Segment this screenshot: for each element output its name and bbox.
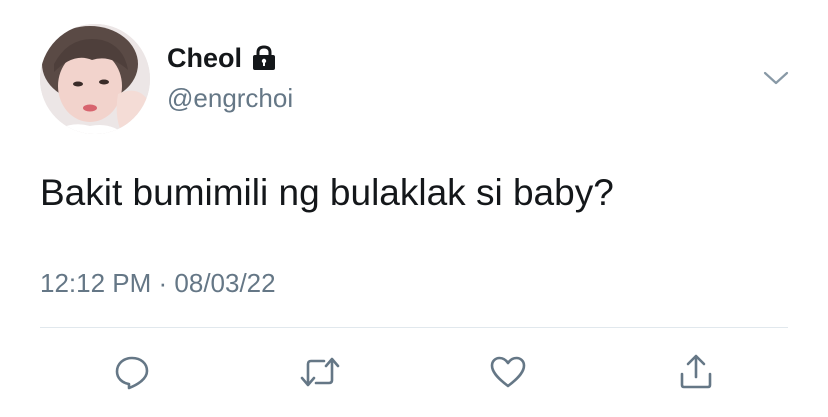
reply-button[interactable] [110,350,154,394]
lock-icon [250,44,278,72]
user-handle[interactable]: @engrchoi [167,82,293,114]
tweet-text: Bakit bumimili ng bulaklak si baby? [40,172,614,213]
avatar-image [40,24,150,134]
tweet-timestamp[interactable]: 12:12 PM · 08/03/22 [40,266,276,300]
display-name[interactable]: Cheol [167,42,242,74]
retweet-icon [298,352,342,392]
reply-icon [112,352,152,392]
share-button[interactable] [674,350,718,394]
chevron-down-icon[interactable] [760,66,792,90]
heart-icon [488,352,528,392]
share-icon [676,352,716,392]
divider [40,327,788,328]
avatar[interactable] [40,24,150,134]
retweet-button[interactable] [298,350,342,394]
display-name-row[interactable]: Cheol [167,42,278,74]
action-bar [0,350,828,394]
like-button[interactable] [486,350,530,394]
